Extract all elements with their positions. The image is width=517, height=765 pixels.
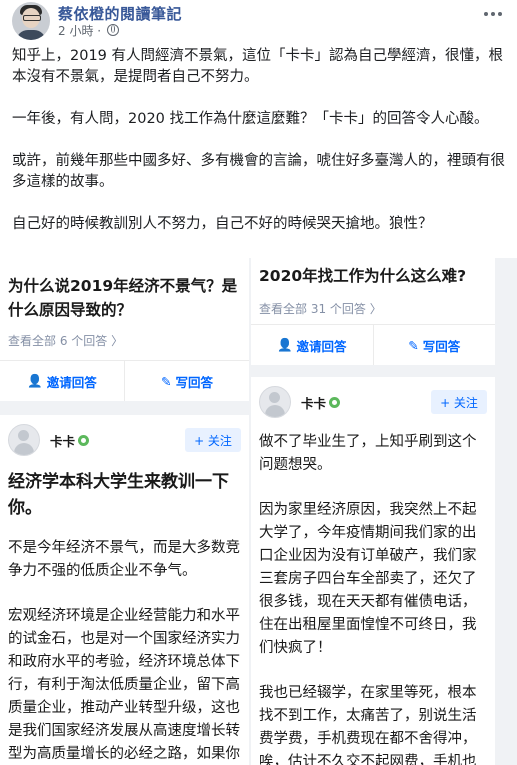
left-answer-header: 卡卡 + 关注 — [0, 415, 249, 465]
invite-label: 邀请回答 — [296, 338, 347, 354]
left-question-title: 为什么说2019年经济不景气？是什么原因导致的？ — [8, 277, 238, 319]
answerer-name[interactable]: 卡卡 — [301, 393, 326, 412]
page-name-link[interactable]: 蔡依橙的閱讀筆記 — [58, 3, 182, 24]
right-follow-button[interactable]: + 关注 — [431, 390, 487, 414]
left-write-button[interactable]: ✎ 写回答 — [124, 361, 249, 401]
left-follow-button[interactable]: + 关注 — [185, 428, 241, 452]
post-timestamp[interactable]: 2 小時 — [58, 24, 93, 38]
page-avatar[interactable] — [12, 2, 50, 40]
right-answer-body: 做不了毕业生了，上知乎刷到这个问题想哭。 因为家里经济原因，我突然上不起大学了，… — [251, 427, 495, 765]
left-screenshot[interactable]: 为什么说2019年经济不景气？是什么原因导致的？ 查看全部 6 个回答 〉 👤 … — [0, 258, 249, 765]
badge-icon — [329, 396, 341, 408]
edit-icon: ✎ — [161, 373, 172, 389]
answer-paragraph: 因为家里经济原因，我突然上不起大学了，今年疫情期间我们家的出口企业因为没有订单破… — [259, 502, 477, 656]
answerer-avatar[interactable] — [8, 424, 40, 456]
left-invite-button[interactable]: 👤 邀请回答 — [0, 361, 124, 401]
post-paragraph: 自己好的時候教訓別人不努力，自己不好的時候哭天搶地。狼性？ — [12, 216, 433, 232]
answer-paragraph: 宏观经济环境是企业经营能力和水平的试金石，也是对一个国家经济实力和政府水平的考验… — [8, 608, 240, 762]
write-label: 写回答 — [422, 338, 461, 354]
right-answer-count: 查看全部 31 个回答 〉 — [259, 302, 382, 316]
post-paragraph: 或許，前幾年那些中國多好、多有機會的言論，唬住好多臺灣人的，裡頭有很多這樣的故事… — [12, 153, 505, 190]
post-paragraph: 知乎上，2019 有人問經濟不景氣，這位「卡卡」認為自己學經濟，很懂，根本沒有不… — [12, 48, 504, 85]
answerer-name[interactable]: 卡卡 — [50, 431, 75, 450]
left-answer-body: 不是今年经济不景气，而是大多数竞争力不强的低质企业不争气。 宏观经济环境是企业经… — [0, 537, 249, 765]
globe-icon[interactable] — [106, 24, 119, 36]
left-answer-title: 经济学本科大学生来教训一下你。 — [8, 472, 229, 518]
post-header: 蔡依橙的閱讀筆記 2 小時 · — [0, 0, 517, 44]
answerer-avatar[interactable] — [259, 386, 291, 418]
write-label: 写回答 — [175, 374, 213, 390]
invite-icon: 👤 — [276, 337, 293, 352]
right-write-button[interactable]: ✎ 写回答 — [372, 325, 496, 365]
answer-paragraph: 做不了毕业生了，上知乎刷到这个问题想哭。 — [259, 434, 477, 473]
invite-icon: 👤 — [27, 373, 43, 388]
post-paragraph: 一年後，有人問，2020 找工作為什麼這麼難？「卡卡」的回答令人心酸。 — [12, 111, 489, 127]
post-image-collage[interactable]: 为什么说2019年经济不景气？是什么原因导致的？ 查看全部 6 个回答 〉 👤 … — [0, 258, 517, 765]
post-text: 知乎上，2019 有人問經濟不景氣，這位「卡卡」認為自己學經濟，很懂，根本沒有不… — [12, 46, 507, 256]
more-options-button[interactable] — [479, 4, 507, 24]
divider — [251, 365, 495, 377]
right-question-title: 2020年找工作为什么这么难? — [259, 267, 467, 285]
edit-icon: ✎ — [408, 337, 419, 353]
left-answer-count: 查看全部 6 个回答 〉 — [8, 334, 124, 348]
post-meta: 2 小時 · — [58, 22, 119, 39]
answer-paragraph: 我也已经辍学，在家里等死，根本找不到工作，太痛苦了，别说生活费学费，手机费现在都… — [259, 685, 477, 765]
left-action-bar: 👤 邀请回答 ✎ 写回答 — [0, 360, 249, 401]
right-screenshot[interactable]: 2020年找工作为什么这么难? 查看全部 31 个回答 〉 👤 邀请回答 ✎ 写… — [251, 258, 495, 765]
badge-icon — [78, 434, 90, 446]
right-answer-header: 卡卡 + 关注 — [251, 377, 495, 427]
right-action-bar: 👤 邀请回答 ✎ 写回答 — [251, 324, 495, 365]
right-invite-button[interactable]: 👤 邀请回答 — [251, 325, 373, 365]
invite-label: 邀请回答 — [46, 374, 97, 390]
divider — [0, 401, 249, 415]
answer-paragraph: 不是今年经济不景气，而是大多数竞争力不强的低质企业不争气。 — [8, 540, 240, 579]
meta-separator: · — [97, 24, 102, 38]
